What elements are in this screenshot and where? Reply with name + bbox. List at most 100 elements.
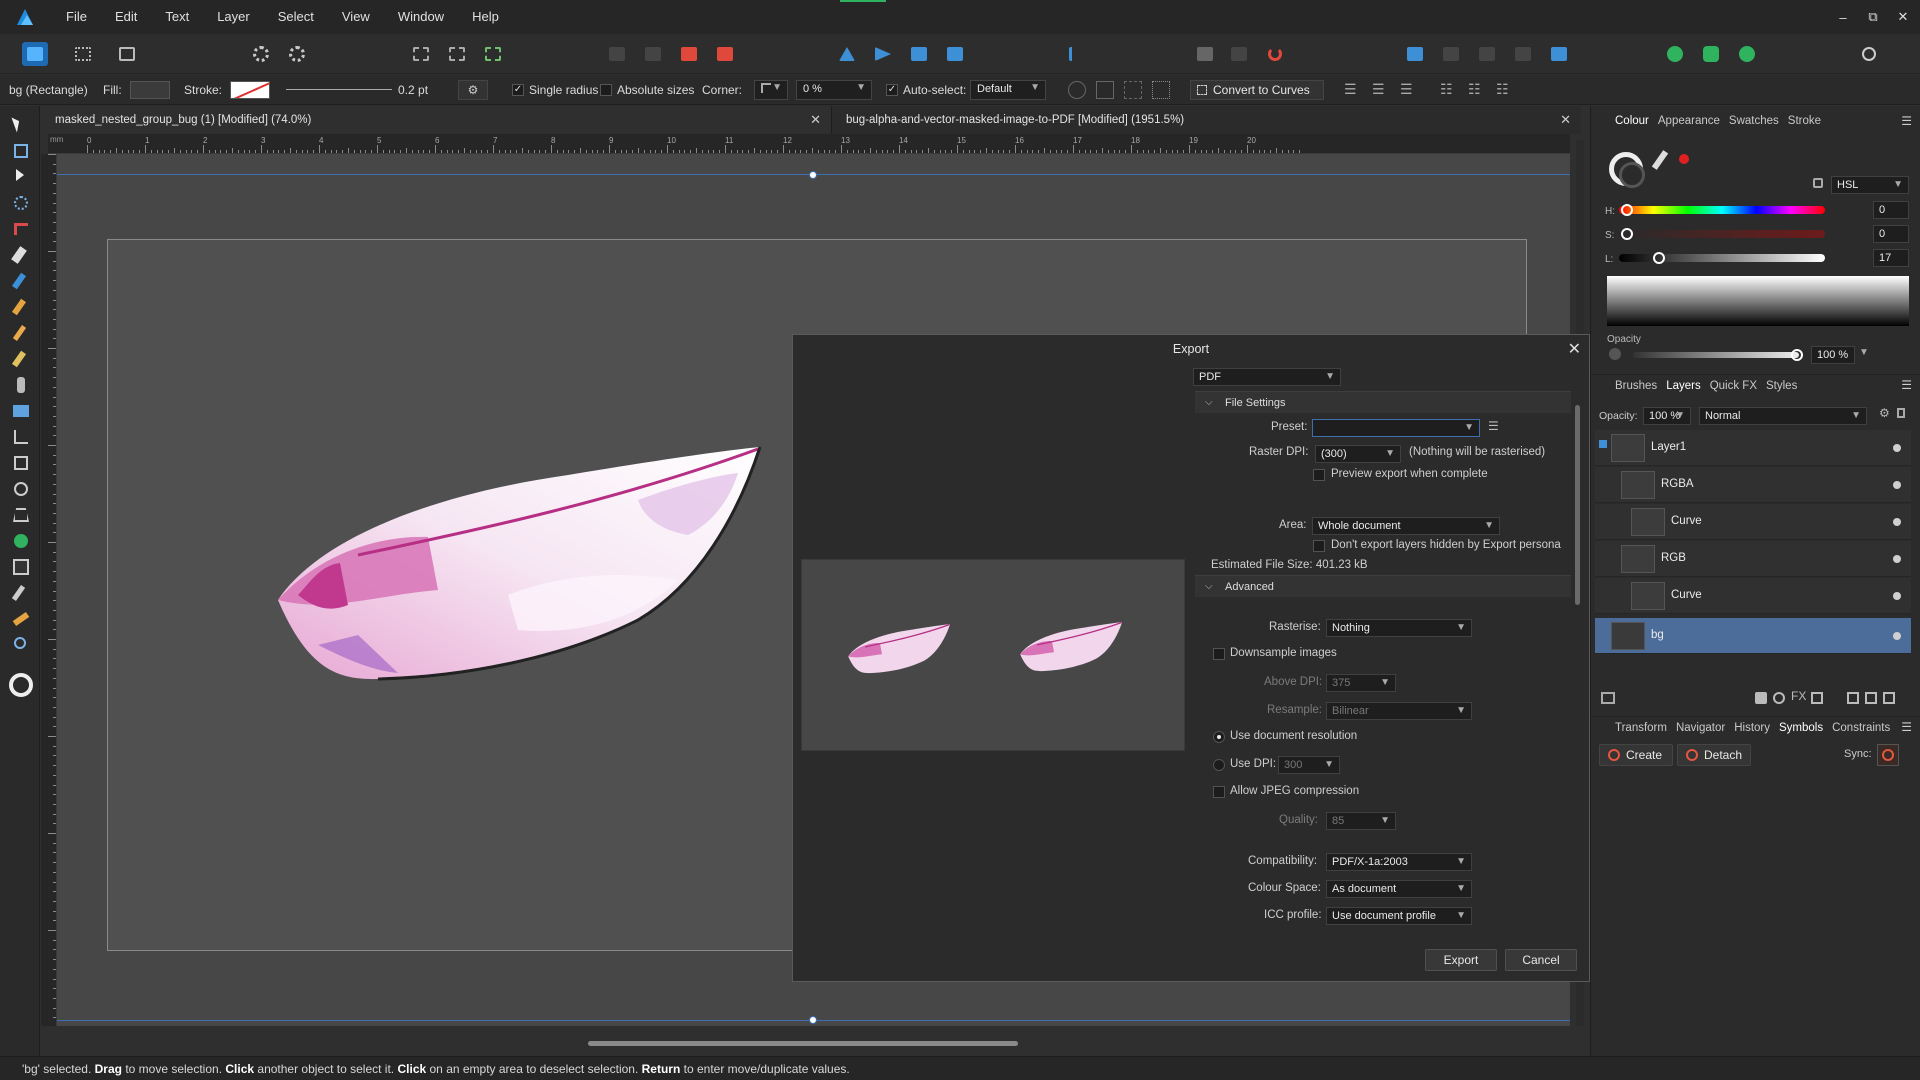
preset-dropdown[interactable]: ▼: [1312, 419, 1480, 437]
boolean-divide-icon[interactable]: [1546, 42, 1572, 66]
rectangle-tool-icon[interactable]: [10, 452, 32, 474]
align-middle-icon[interactable]: ☷: [1468, 81, 1486, 99]
lock-layer-icon[interactable]: [1897, 408, 1905, 418]
saturation-slider-knob[interactable]: [1621, 228, 1633, 240]
allow-jpeg-checkbox[interactable]: [1213, 786, 1225, 798]
restore-icon[interactable]: ⧉: [1858, 0, 1888, 34]
close-window-icon[interactable]: ✕: [1888, 0, 1918, 34]
eyedropper-icon[interactable]: [1651, 150, 1669, 170]
arrange-forward-icon[interactable]: [676, 42, 702, 66]
group-icon[interactable]: [1811, 692, 1823, 704]
shapes-tool-icon[interactable]: [10, 530, 32, 552]
layer-row[interactable]: RGBA: [1595, 467, 1911, 503]
boolean-intersect-icon[interactable]: [1474, 42, 1500, 66]
tab-colour[interactable]: Colour: [1615, 115, 1649, 127]
snap-grid-icon[interactable]: [444, 42, 470, 66]
snap-bounds-icon[interactable]: [1124, 81, 1142, 99]
ellipse-tool-icon[interactable]: [10, 478, 32, 500]
fill-tool-icon[interactable]: [10, 348, 32, 370]
paint-brush-tool-icon[interactable]: [10, 322, 32, 344]
visibility-dot-icon[interactable]: [1893, 518, 1901, 526]
file-settings-header[interactable]: ⌵ File Settings: [1195, 391, 1571, 413]
visibility-dot-icon[interactable]: [1893, 555, 1901, 563]
tab-symbols[interactable]: Symbols: [1779, 722, 1823, 734]
downsample-checkbox[interactable]: [1213, 648, 1225, 660]
move-tool-icon[interactable]: [10, 114, 32, 136]
horizontal-scrollbar[interactable]: [588, 1041, 1018, 1046]
snapping-icon[interactable]: [408, 42, 434, 66]
clip-icon[interactable]: [1698, 42, 1724, 66]
lightness-slider-knob[interactable]: [1653, 252, 1665, 264]
sync-toggle-icon[interactable]: [1877, 744, 1899, 766]
menu-view[interactable]: View: [328, 0, 384, 34]
opacity-value[interactable]: 100 %: [1811, 346, 1855, 364]
close-tab-icon[interactable]: ✕: [810, 106, 821, 134]
panel-menu-icon[interactable]: ☰: [1901, 378, 1912, 392]
ruler-vertical[interactable]: [41, 154, 57, 1026]
crop-tool-icon[interactable]: [10, 426, 32, 448]
rotate-right-icon[interactable]: [942, 42, 968, 66]
guide-handle[interactable]: [809, 1016, 817, 1024]
transform-icon[interactable]: [1192, 42, 1218, 66]
use-document-resolution-radio[interactable]: [1213, 731, 1225, 743]
align-center-icon[interactable]: ☰: [1372, 81, 1390, 99]
chevron-down-icon[interactable]: ▼: [1859, 347, 1869, 358]
tab-document-2[interactable]: bug-alpha-and-vector-masked-image-to-PDF…: [831, 106, 1581, 134]
designer-persona-icon[interactable]: [22, 42, 48, 66]
tab-appearance[interactable]: Appearance: [1658, 115, 1720, 127]
rotate-tool-icon[interactable]: [1262, 42, 1288, 66]
opacity-slider[interactable]: [1633, 352, 1799, 358]
corner-tool-icon[interactable]: [10, 218, 32, 240]
absolute-sizes-checkbox[interactable]: [600, 84, 612, 96]
create-symbol-button[interactable]: Create: [1599, 744, 1673, 766]
point-transform-tool-icon[interactable]: [10, 192, 32, 214]
saturation-value[interactable]: 0: [1873, 225, 1909, 243]
above-dpi-field[interactable]: 375 ▼: [1326, 674, 1396, 692]
place-image-tool-icon[interactable]: [10, 400, 32, 422]
layer-duplicate-icon[interactable]: [1601, 692, 1615, 704]
boolean-add-icon[interactable]: [1402, 42, 1428, 66]
visibility-dot-icon[interactable]: [1893, 481, 1901, 489]
layer-row[interactable]: Layer1: [1595, 430, 1911, 466]
cancel-button[interactable]: Cancel: [1505, 949, 1577, 971]
dont-export-hidden-checkbox[interactable]: [1313, 540, 1325, 552]
tab-swatches[interactable]: Swatches: [1729, 115, 1779, 127]
use-dpi-radio[interactable]: [1213, 759, 1225, 771]
close-tab-icon[interactable]: ✕: [1560, 106, 1571, 134]
node-tool-icon[interactable]: [10, 166, 32, 188]
visibility-dot-icon[interactable]: [1893, 444, 1901, 452]
quality-field[interactable]: 85 ▼: [1326, 812, 1396, 830]
assistant-icon[interactable]: [1734, 42, 1760, 66]
lock-icon[interactable]: [1813, 178, 1823, 188]
panel-menu-icon[interactable]: ☰: [1901, 114, 1912, 128]
zoom-tool-icon[interactable]: [10, 634, 32, 656]
stroke-settings-gear-icon[interactable]: ⚙: [458, 80, 488, 100]
auto-select-checkbox[interactable]: ✓: [886, 84, 898, 96]
add-mask-icon[interactable]: [1755, 692, 1767, 704]
opacity-slider-knob[interactable]: [1791, 349, 1803, 361]
single-radius-checkbox[interactable]: ✓: [512, 84, 524, 96]
boolean-xor-icon[interactable]: [1510, 42, 1536, 66]
vector-brush-tool-icon[interactable]: [10, 296, 32, 318]
tab-brushes[interactable]: Brushes: [1615, 380, 1657, 392]
layer-row[interactable]: Curve: [1595, 578, 1911, 614]
boolean-subtract-icon[interactable]: [1438, 42, 1464, 66]
rasterise-dropdown[interactable]: Nothing ▼: [1326, 619, 1472, 637]
petal-shape-artwork[interactable]: [258, 445, 788, 685]
artistic-text-tool-icon[interactable]: [10, 556, 32, 578]
align-right-icon[interactable]: ☰: [1400, 81, 1418, 99]
menu-file[interactable]: File: [52, 0, 101, 34]
stroke-width-value[interactable]: 0.2 pt: [398, 83, 428, 97]
measure-tool-icon[interactable]: [10, 608, 32, 630]
tab-history[interactable]: History: [1734, 722, 1770, 734]
geometry-icon[interactable]: [1226, 42, 1252, 66]
guide-handle[interactable]: [809, 171, 817, 179]
stroke-swatch[interactable]: [230, 81, 270, 99]
lightness-value[interactable]: 17: [1873, 249, 1909, 267]
color-picker-tool-icon[interactable]: [10, 582, 32, 604]
layer-settings-gear-icon[interactable]: ⚙: [1879, 406, 1890, 420]
colour-space-dropdown[interactable]: As document ▼: [1326, 880, 1472, 898]
tab-document-1[interactable]: masked_nested_group_bug (1) [Modified] (…: [41, 106, 831, 134]
artboard-tool-icon[interactable]: [10, 140, 32, 162]
transparency-tool-icon[interactable]: [10, 374, 32, 396]
